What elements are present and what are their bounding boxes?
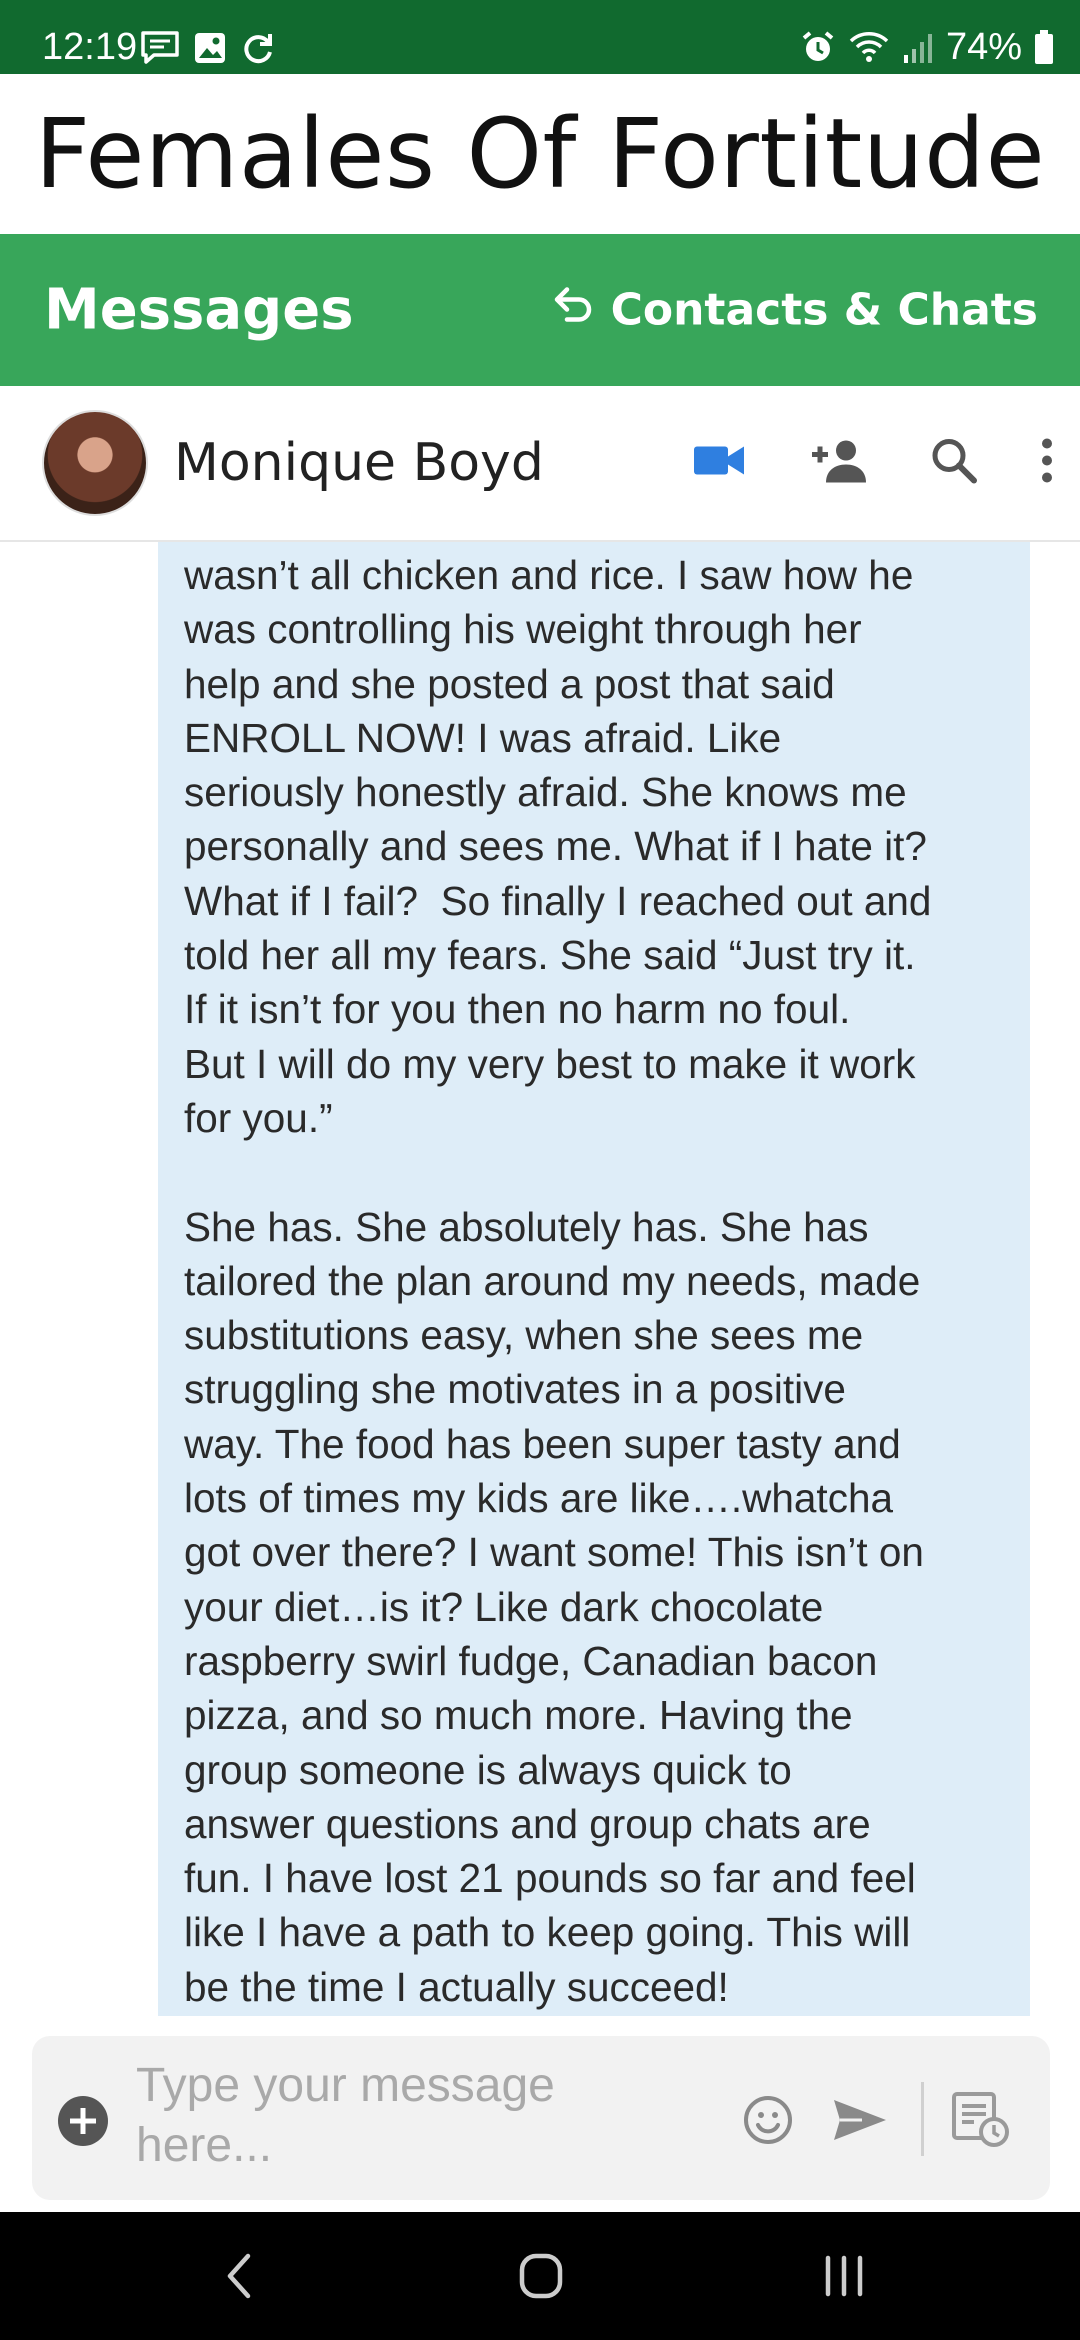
avatar[interactable]: [42, 410, 148, 516]
contacts-chats-label: Contacts & Chats: [610, 284, 1038, 336]
message-bubble[interactable]: wasn’t all chicken and rice. I saw how h…: [158, 542, 1030, 2016]
brand-header: Females Of Fortitude: [0, 74, 1080, 234]
page-title: Messages: [44, 277, 354, 343]
status-time: 12:19: [42, 26, 138, 68]
home-icon[interactable]: [518, 2252, 564, 2305]
brand-title: Females Of Fortitude: [34, 98, 1046, 210]
contact-name[interactable]: Monique Boyd: [174, 433, 544, 493]
video-call-icon[interactable]: [694, 443, 746, 484]
back-icon[interactable]: [224, 2252, 254, 2305]
wifi-icon: [848, 29, 890, 65]
send-icon[interactable]: [832, 2096, 888, 2149]
system-navigation-bar: [0, 2212, 1080, 2340]
add-contact-icon[interactable]: [808, 437, 868, 490]
chat-header: Monique Boyd: [0, 386, 1080, 542]
signal-icon: [902, 29, 934, 65]
status-bar: 12:19 74%: [0, 0, 1080, 74]
more-options-icon[interactable]: [1040, 437, 1054, 490]
search-icon[interactable]: [930, 437, 978, 490]
contacts-chats-button[interactable]: Contacts & Chats: [549, 282, 1038, 339]
battery-percent: 74%: [945, 26, 1022, 68]
back-arrow-icon: [549, 282, 595, 339]
battery-icon: [1034, 30, 1054, 64]
composer-divider: [921, 2082, 924, 2156]
recent-apps-icon[interactable]: [822, 2252, 866, 2305]
chat-notification-icon: [140, 30, 180, 66]
messages-list[interactable]: wasn’t all chicken and rice. I saw how h…: [0, 542, 1080, 2032]
sync-icon: [240, 30, 276, 66]
emoji-icon[interactable]: [742, 2094, 794, 2151]
app-nav-bar: Messages Contacts & Chats: [0, 234, 1080, 386]
scheduled-message-icon[interactable]: [952, 2092, 1010, 2153]
add-attachment-button[interactable]: [58, 2096, 108, 2146]
message-input[interactable]: [136, 2056, 576, 2182]
alarm-icon: [800, 29, 836, 65]
message-composer: [32, 2036, 1050, 2200]
image-notification-icon: [192, 30, 228, 66]
message-text: wasn’t all chicken and rice. I saw how h…: [184, 552, 932, 2010]
